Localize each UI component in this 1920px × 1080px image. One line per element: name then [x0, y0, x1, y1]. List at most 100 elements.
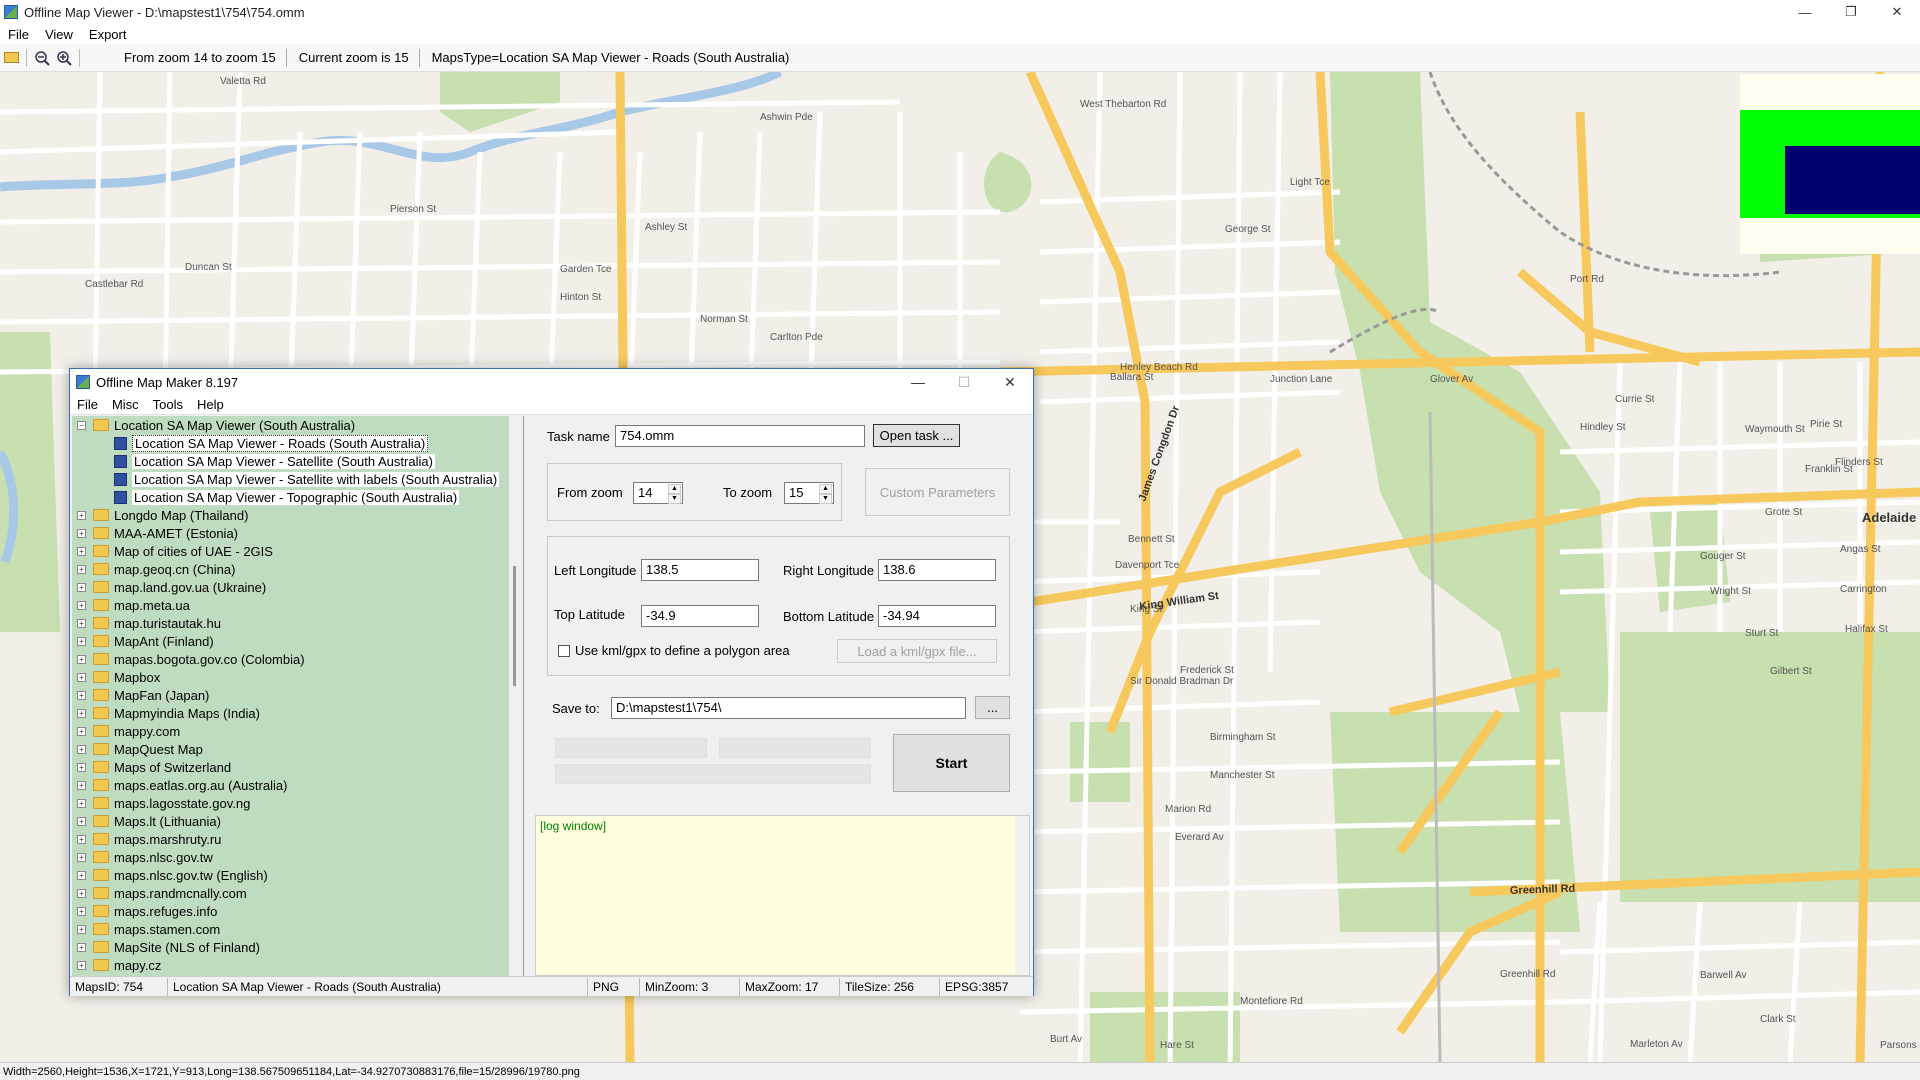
custom-parameters-button[interactable]: Custom Parameters: [865, 468, 1010, 516]
dialog-menu-help[interactable]: Help: [190, 397, 231, 412]
zoom-out-icon[interactable]: [31, 47, 53, 69]
dialog-menu-tools[interactable]: Tools: [146, 397, 190, 412]
log-scrollbar[interactable]: [1015, 816, 1029, 975]
tree-node[interactable]: + map.geoq.cn (China): [72, 560, 523, 578]
expand-icon[interactable]: +: [77, 672, 86, 682]
expand-icon[interactable]: +: [77, 690, 86, 700]
folder-icon: [93, 959, 109, 971]
tree-node[interactable]: + Mapbox: [72, 668, 523, 686]
tree-node[interactable]: + maps.randmcnally.com: [72, 884, 523, 902]
expand-icon[interactable]: +: [77, 582, 86, 592]
task-name-input[interactable]: 754.omm: [615, 425, 865, 447]
spin-down-icon[interactable]: ▼: [668, 494, 681, 504]
expand-icon[interactable]: +: [77, 654, 86, 664]
expand-icon[interactable]: +: [77, 870, 86, 880]
close-button[interactable]: ✕: [1874, 0, 1920, 24]
restore-button[interactable]: ❐: [1828, 0, 1874, 24]
dialog-close-button[interactable]: ✕: [987, 369, 1033, 395]
minimize-button[interactable]: —: [1782, 0, 1828, 24]
tree-child[interactable]: Location SA Map Viewer - Topographic (So…: [72, 488, 523, 506]
river: [0, 72, 783, 192]
expand-icon[interactable]: +: [77, 528, 86, 538]
expand-icon[interactable]: +: [77, 546, 86, 556]
zoom-in-icon[interactable]: [53, 47, 75, 69]
tree-child[interactable]: Location SA Map Viewer - Satellite (Sout…: [72, 452, 523, 470]
tree-node[interactable]: + MAA-AMET (Estonia): [72, 524, 523, 542]
tree-node[interactable]: + map.land.gov.ua (Ukraine): [72, 578, 523, 596]
map-source-tree[interactable]: − Location SA Map Viewer (South Australi…: [72, 416, 524, 976]
folder-open-icon[interactable]: [0, 47, 22, 69]
menu-file[interactable]: File: [0, 27, 37, 42]
top-latitude-input[interactable]: -34.9: [641, 605, 759, 627]
dialog-maximize-button[interactable]: ☐: [941, 369, 987, 395]
menu-export[interactable]: Export: [81, 27, 135, 42]
tree-node[interactable]: + Mapmyindia Maps (India): [72, 704, 523, 722]
tree-node[interactable]: + maps.refuges.info: [72, 902, 523, 920]
tree-node[interactable]: − Location SA Map Viewer (South Australi…: [72, 416, 523, 434]
expand-icon[interactable]: +: [77, 852, 86, 862]
dialog-menu-file[interactable]: File: [70, 397, 105, 412]
expand-icon[interactable]: +: [77, 924, 86, 934]
expand-icon[interactable]: +: [77, 942, 86, 952]
tree-node[interactable]: + mappy.com: [72, 722, 523, 740]
tree-node[interactable]: + MapSite (NLS of Finland): [72, 938, 523, 956]
use-kml-checkbox[interactable]: [558, 645, 570, 657]
tree-node[interactable]: + maps.marshruty.ru: [72, 830, 523, 848]
expand-icon[interactable]: +: [77, 510, 86, 520]
tree-child[interactable]: Location SA Map Viewer - Satellite with …: [72, 470, 523, 488]
spin-up-icon[interactable]: ▲: [819, 484, 832, 494]
expand-icon[interactable]: +: [77, 906, 86, 916]
tree-node[interactable]: + MapFan (Japan): [72, 686, 523, 704]
tree-node[interactable]: + Maps.lt (Lithuania): [72, 812, 523, 830]
expand-icon[interactable]: +: [77, 636, 86, 646]
scrollbar-thumb[interactable]: [513, 566, 516, 686]
spin-down-icon[interactable]: ▼: [819, 494, 832, 504]
save-to-input[interactable]: D:\mapstest1\754\: [611, 697, 966, 719]
tree-node[interactable]: + maps.lagosstate.gov.ng: [72, 794, 523, 812]
expand-icon[interactable]: +: [77, 816, 86, 826]
expand-icon[interactable]: +: [77, 726, 86, 736]
left-longitude-input[interactable]: 138.5: [641, 559, 759, 581]
load-kml-button[interactable]: Load a kml/gpx file...: [837, 639, 997, 663]
to-zoom-spinner[interactable]: 15 ▲ ▼: [784, 482, 834, 504]
tree-node[interactable]: + mapas.bogota.gov.co (Colombia): [72, 650, 523, 668]
expand-icon[interactable]: +: [77, 744, 86, 754]
tree-node[interactable]: + maps.eatlas.org.au (Australia): [72, 776, 523, 794]
bottom-latitude-input[interactable]: -34.94: [878, 605, 996, 627]
expand-icon[interactable]: +: [77, 780, 86, 790]
tree-node[interactable]: + MapAnt (Finland): [72, 632, 523, 650]
tree-child[interactable]: Location SA Map Viewer - Roads (South Au…: [72, 434, 523, 452]
expand-icon[interactable]: +: [77, 834, 86, 844]
menu-view[interactable]: View: [37, 27, 81, 42]
tree-node[interactable]: + maps.nlsc.gov.tw (English): [72, 866, 523, 884]
dialog-minimize-button[interactable]: —: [895, 369, 941, 395]
tree-node[interactable]: + map.turistautak.hu: [72, 614, 523, 632]
tree-node[interactable]: + Map of cities of UAE - 2GIS: [72, 542, 523, 560]
log-window[interactable]: [log window]: [535, 815, 1030, 976]
tree-node[interactable]: + Maps of Switzerland: [72, 758, 523, 776]
expand-icon[interactable]: +: [77, 960, 86, 970]
dialog-menu-misc[interactable]: Misc: [105, 397, 146, 412]
spin-up-icon[interactable]: ▲: [668, 484, 681, 494]
tree-node[interactable]: + map.meta.ua: [72, 596, 523, 614]
tree-node[interactable]: + maps.nlsc.gov.tw: [72, 848, 523, 866]
expand-icon[interactable]: +: [77, 708, 86, 718]
tree-node[interactable]: + Longdo Map (Thailand): [72, 506, 523, 524]
start-button[interactable]: Start: [893, 734, 1010, 792]
expand-icon[interactable]: +: [77, 762, 86, 772]
from-zoom-spinner[interactable]: 14 ▲ ▼: [633, 482, 683, 504]
expand-icon[interactable]: +: [77, 888, 86, 898]
right-longitude-input[interactable]: 138.6: [878, 559, 996, 581]
expand-icon[interactable]: +: [77, 798, 86, 808]
open-task-button[interactable]: Open task ...: [873, 424, 960, 447]
collapse-icon[interactable]: −: [77, 420, 86, 430]
expand-icon[interactable]: +: [77, 564, 86, 574]
browse-button[interactable]: ...: [975, 696, 1010, 719]
tree-node[interactable]: + mapy.cz: [72, 956, 523, 974]
tree-node[interactable]: + maps.stamen.com: [72, 920, 523, 938]
current-zoom-text: Current zoom is 15: [298, 50, 409, 65]
tree-node[interactable]: + MapQuest Map: [72, 740, 523, 758]
expand-icon[interactable]: +: [77, 600, 86, 610]
tree-scrollbar[interactable]: [509, 416, 523, 976]
expand-icon[interactable]: +: [77, 618, 86, 628]
